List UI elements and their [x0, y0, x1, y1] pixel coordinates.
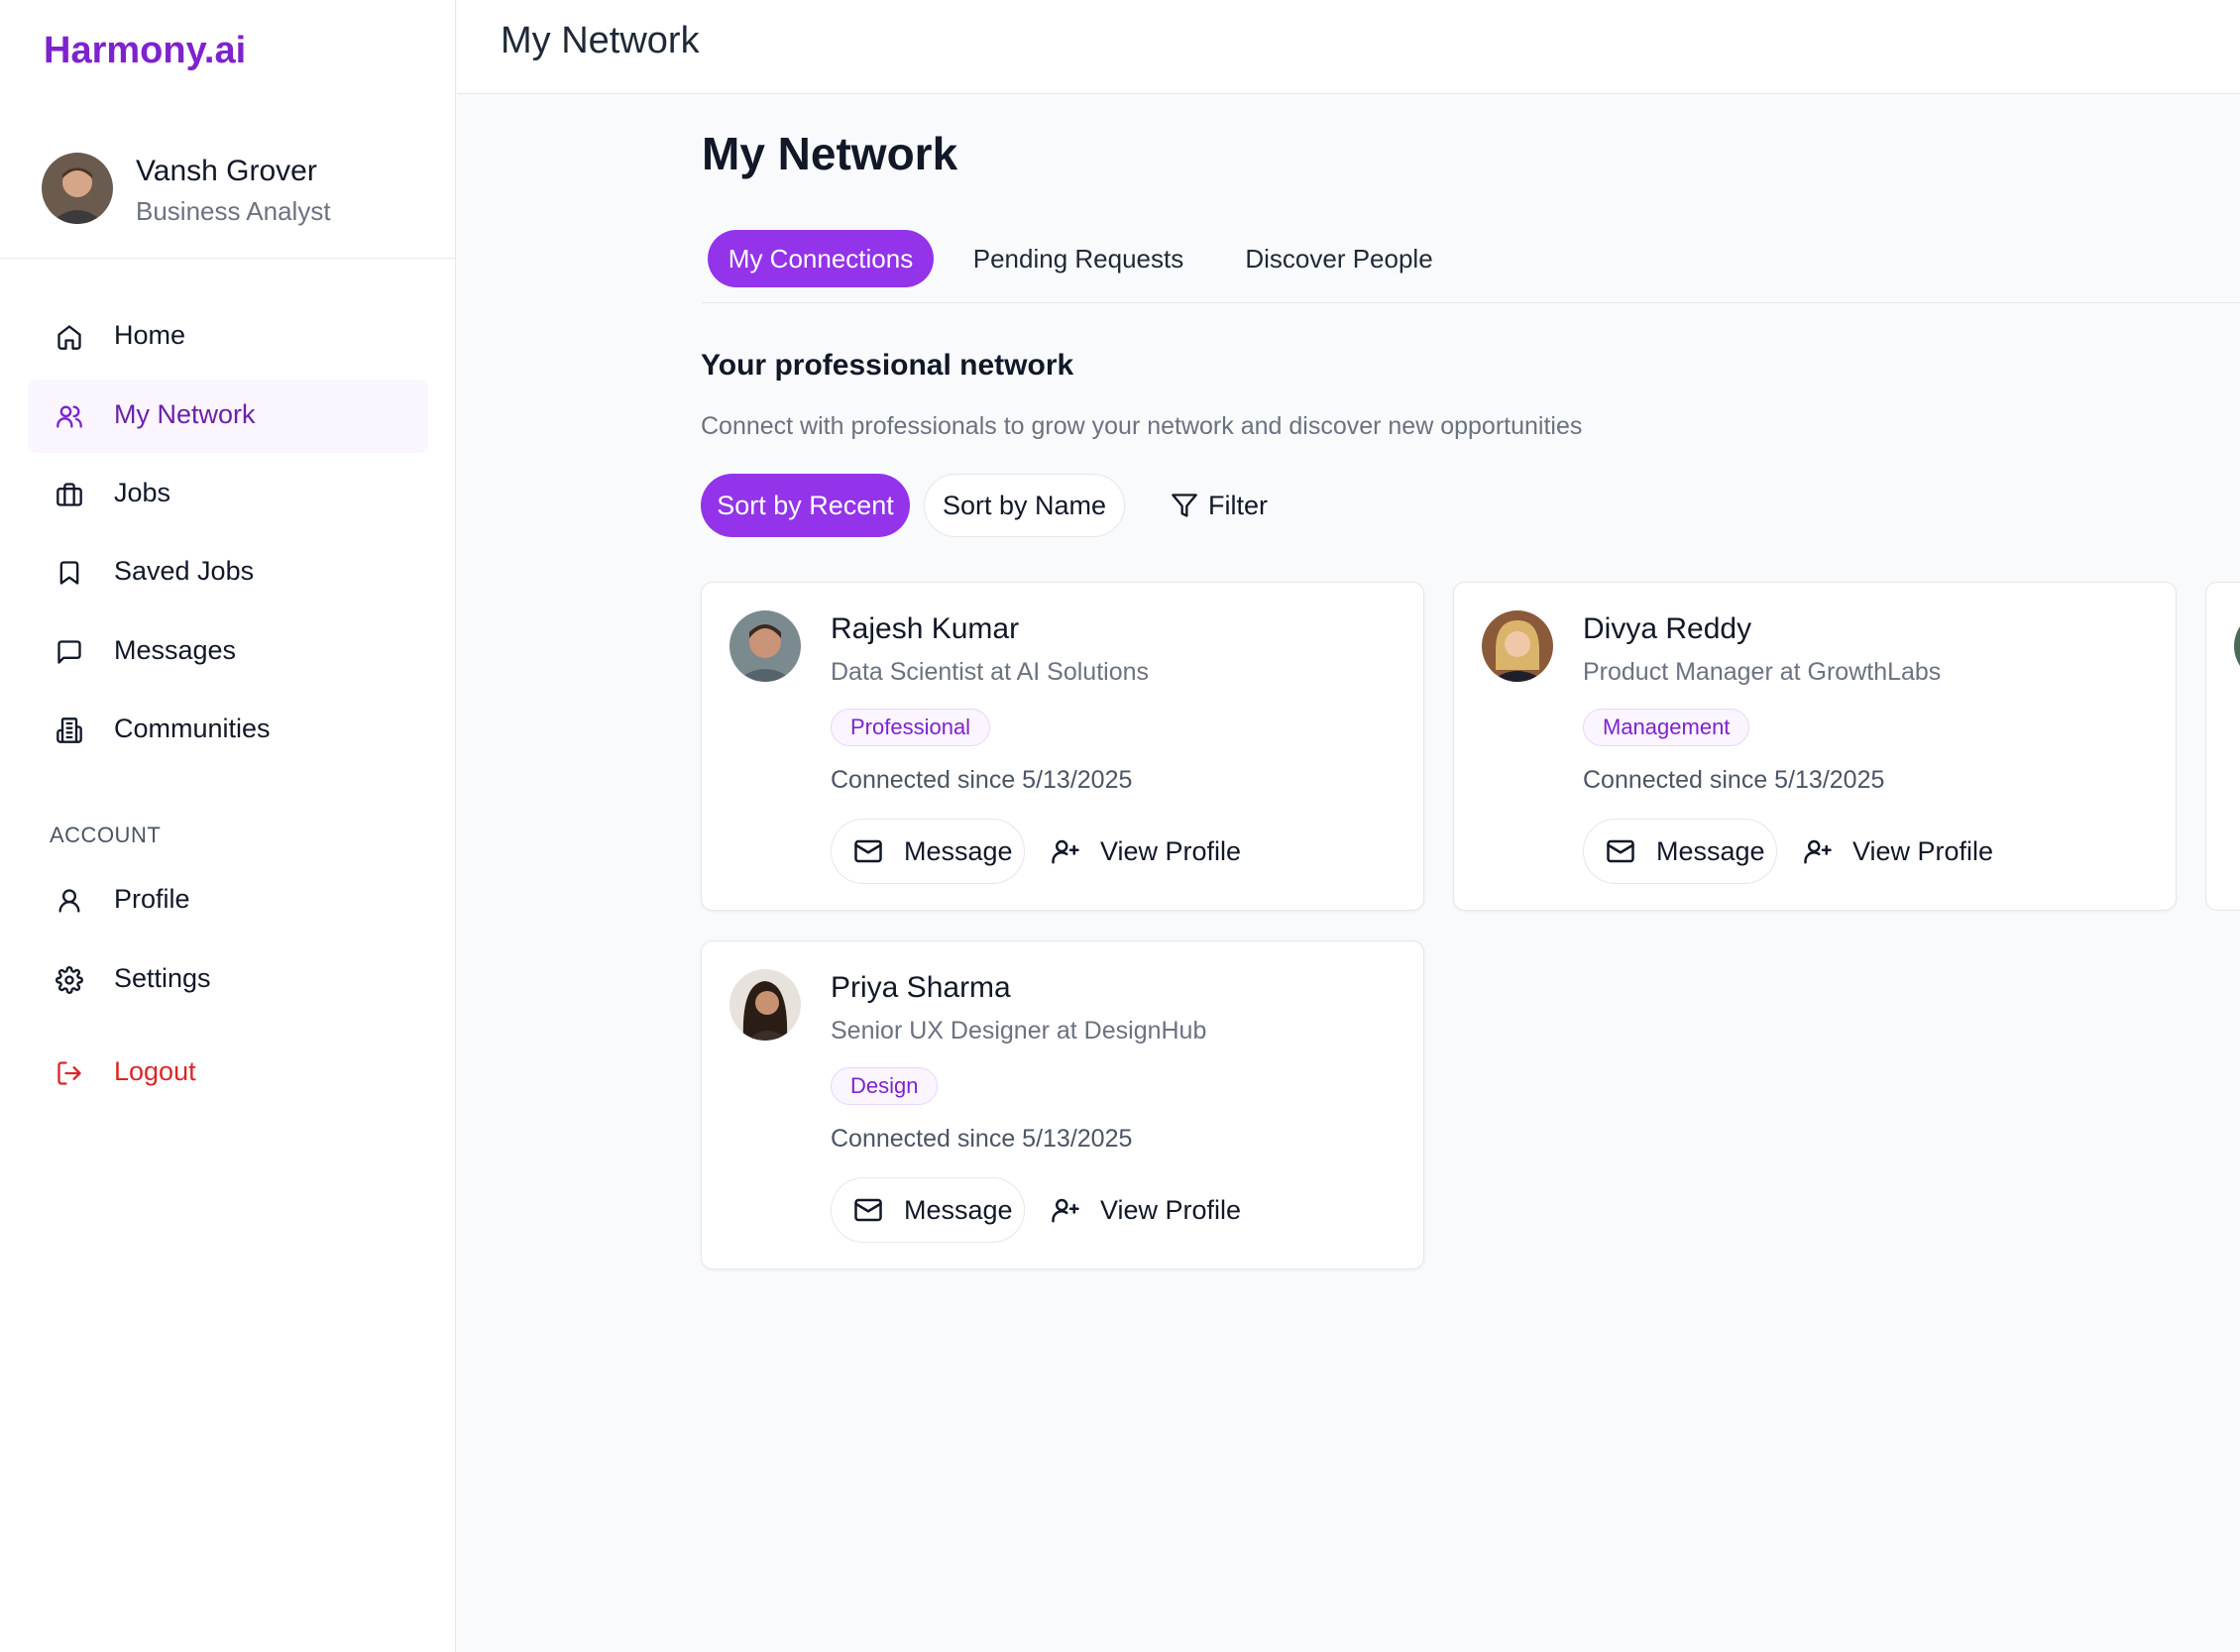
top-header: My Network	[457, 0, 2240, 94]
connection-title: Senior UX Designer at DesignHub	[831, 1017, 1207, 1045]
building-icon	[56, 716, 83, 744]
section-subtitle: Connect with professionals to grow your …	[701, 412, 1583, 440]
sidebar-item-my-network[interactable]: My Network	[28, 380, 428, 453]
user-plus-icon	[1804, 839, 1832, 864]
sidebar-item-jobs[interactable]: Jobs	[28, 458, 428, 531]
header-title: My Network	[501, 20, 700, 61]
sidebar-item-label: Profile	[114, 884, 190, 914]
message-label: Message	[904, 1194, 1013, 1225]
message-button[interactable]: Message	[1583, 819, 1777, 884]
sidebar-item-label: My Network	[114, 399, 256, 429]
avatar	[2234, 610, 2240, 682]
sidebar-item-communities[interactable]: Communities	[28, 694, 428, 767]
filter-button[interactable]: Filter	[1150, 474, 1288, 537]
connection-card: Divya Reddy Product Manager at GrowthLab…	[1453, 582, 2177, 911]
message-button[interactable]: Message	[831, 819, 1025, 884]
mail-icon	[854, 1198, 882, 1222]
user-name: Vansh Grover	[136, 155, 317, 187]
gear-icon	[56, 966, 83, 994]
page-title: My Network	[702, 128, 958, 179]
connection-name[interactable]: Priya Sharma	[831, 971, 1011, 1005]
connection-card-partial	[2205, 582, 2240, 911]
avatar	[729, 610, 801, 682]
sidebar-item-label: Saved Jobs	[114, 556, 255, 586]
sidebar-item-messages[interactable]: Messages	[28, 615, 428, 689]
message-label: Message	[1656, 835, 1765, 866]
view-profile-label: View Profile	[1100, 835, 1242, 866]
sidebar-item-label: Logout	[114, 1056, 196, 1086]
tab-pending-requests[interactable]: Pending Requests	[954, 230, 1202, 287]
user-role: Business Analyst	[136, 196, 331, 226]
sidebar: Harmony.ai Vansh Grover Business Analyst…	[0, 0, 456, 1652]
logout-button[interactable]: Logout	[28, 1037, 428, 1110]
sidebar-item-settings[interactable]: Settings	[28, 943, 428, 1017]
sidebar-item-label: Messages	[114, 635, 237, 665]
logout-icon	[56, 1059, 83, 1087]
connection-card: Priya Sharma Senior UX Designer at Desig…	[701, 940, 1424, 1269]
avatar	[42, 153, 113, 224]
view-profile-label: View Profile	[1100, 1194, 1242, 1225]
briefcase-icon	[56, 481, 83, 508]
sort-by-recent-button[interactable]: Sort by Recent	[701, 474, 910, 537]
view-profile-button[interactable]: View Profile	[1051, 819, 1241, 884]
user-plus-icon	[1052, 839, 1079, 864]
view-profile-button[interactable]: View Profile	[1051, 1177, 1241, 1243]
view-profile-button[interactable]: View Profile	[1803, 819, 1993, 884]
message-button[interactable]: Message	[831, 1177, 1025, 1243]
brand-logo[interactable]: Harmony.ai	[44, 30, 246, 72]
connection-tag-badge: Professional	[831, 709, 991, 746]
tab-my-connections[interactable]: My Connections	[708, 230, 934, 287]
sidebar-item-saved-jobs[interactable]: Saved Jobs	[28, 536, 428, 609]
sidebar-item-label: Jobs	[114, 478, 171, 507]
user-icon	[56, 887, 83, 915]
sidebar-item-label: Home	[114, 320, 186, 350]
sidebar-item-home[interactable]: Home	[28, 300, 428, 374]
sidebar-item-profile[interactable]: Profile	[28, 864, 428, 937]
account-section-label: ACCOUNT	[50, 823, 162, 847]
network-tabs: My Connections Pending Requests Discover…	[702, 228, 2240, 303]
users-icon	[56, 402, 83, 430]
home-icon	[56, 323, 83, 351]
connection-name[interactable]: Divya Reddy	[1583, 612, 1751, 646]
connected-since: Connected since 5/13/2025	[1583, 766, 1885, 794]
connected-since: Connected since 5/13/2025	[831, 766, 1133, 794]
bookmark-icon	[56, 559, 83, 587]
mail-icon	[1607, 839, 1634, 863]
tab-discover-people[interactable]: Discover People	[1223, 230, 1455, 287]
connection-title: Data Scientist at AI Solutions	[831, 658, 1150, 686]
sidebar-item-label: Communities	[114, 714, 271, 743]
filter-icon	[1172, 494, 1197, 517]
connection-card: Rajesh Kumar Data Scientist at AI Soluti…	[701, 582, 1424, 911]
message-label: Message	[904, 835, 1013, 866]
connected-since: Connected since 5/13/2025	[831, 1125, 1133, 1153]
message-square-icon	[56, 638, 83, 666]
user-card[interactable]: Vansh Grover Business Analyst	[0, 149, 455, 259]
view-profile-label: View Profile	[1852, 835, 1994, 866]
user-plus-icon	[1052, 1198, 1079, 1223]
section-title: Your professional network	[701, 349, 1074, 382]
connection-tag-badge: Management	[1583, 709, 1750, 746]
app-root: Harmony.ai Vansh Grover Business Analyst…	[0, 0, 2240, 1652]
mail-icon	[854, 839, 882, 863]
filter-label: Filter	[1208, 490, 1268, 520]
avatar	[729, 969, 801, 1041]
connection-title: Product Manager at GrowthLabs	[1583, 658, 1942, 686]
avatar	[1482, 610, 1553, 682]
sidebar-item-label: Settings	[114, 963, 211, 993]
sort-by-name-button[interactable]: Sort by Name	[924, 474, 1125, 537]
connection-tag-badge: Design	[831, 1067, 939, 1105]
connection-name[interactable]: Rajesh Kumar	[831, 612, 1019, 646]
